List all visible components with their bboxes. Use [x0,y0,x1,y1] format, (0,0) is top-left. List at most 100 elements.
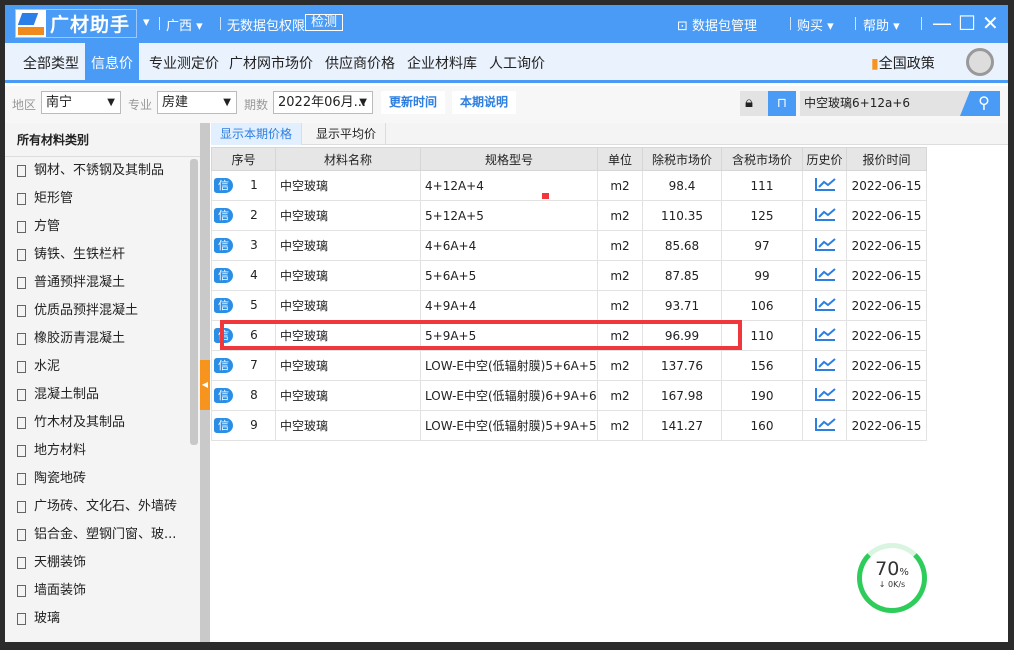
row-index: 9 [250,418,258,432]
avatar[interactable] [966,48,994,76]
info-badge[interactable]: 信 [214,418,233,433]
update-time-button[interactable]: 更新时间 [381,91,446,114]
history-chart-icon[interactable] [814,207,836,221]
major-select[interactable]: 房建 ▼ [157,91,237,114]
nav-professional-price[interactable]: 专业测定价 [143,43,225,80]
sidebar-item[interactable]: 广场砖、文化石、外墙砖 [5,493,200,521]
sidebar-item[interactable]: 矩形管 [5,185,200,213]
history-chart-icon[interactable] [814,417,836,431]
material-name: 中空玻璃 [275,260,421,291]
policy-button[interactable]: ▮全国政策 [865,43,941,80]
info-badge[interactable]: 信 [214,238,233,253]
close-button[interactable]: ✕ [982,11,999,35]
document-icon [17,501,26,513]
sidebar-item-label: 玻璃 [34,611,61,626]
sidebar-item[interactable]: 优质品预拌混凝土 [5,297,200,325]
lock-icon[interactable]: 🔒︎ [745,93,753,111]
tab-average-price[interactable]: 显示平均价 [307,123,387,145]
sidebar-item-label: 钢材、不锈钢及其制品 [34,163,165,178]
permission-status: 无数据包权限 [227,19,306,34]
unlock-icon[interactable]: ⊓ [768,91,796,116]
sidebar-item[interactable]: 铝合金、塑钢门窗、玻... [5,521,200,549]
sidebar-item[interactable]: 竹木材及其制品 [5,409,200,437]
period-select[interactable]: 2022年06月... ▼ [273,91,373,114]
history-chart-icon[interactable] [814,327,836,341]
region-select[interactable]: 南宁 ▼ [41,91,121,114]
spec: LOW-E中空(低辐射膜)5+9A+5 [420,410,598,441]
sidebar-item[interactable]: 铸铁、生铁栏杆 [5,241,200,269]
collapse-handle[interactable]: ◀ [200,360,210,410]
history-chart-icon[interactable] [814,267,836,281]
minimize-button[interactable]: — [932,11,952,35]
nav-all-types[interactable]: 全部类型 [17,43,85,80]
sidebar-item[interactable]: 墙面装饰 [5,577,200,605]
sidebar-item[interactable]: 混凝土制品 [5,381,200,409]
history-chart-icon[interactable] [814,177,836,191]
history-chart-icon[interactable] [814,387,836,401]
logo-dropdown-icon[interactable]: ▾ [143,15,150,30]
sidebar-item[interactable]: 天棚装饰 [5,549,200,577]
info-badge[interactable]: 信 [214,178,233,193]
search-input[interactable]: 中空玻璃6+12a+6 ⚲ [800,91,1000,116]
app-logo[interactable]: 广材助手 [15,9,137,38]
material-name: 中空玻璃 [275,170,421,201]
sidebar-item[interactable]: 水泥 [5,353,200,381]
column-header: 序号 [211,147,276,171]
help-menu[interactable]: 帮助 ▾ [863,15,900,34]
tab-current-price[interactable]: 显示本期价格 [211,123,303,145]
info-badge[interactable]: 信 [214,358,233,373]
sidebar-item[interactable]: 橡胶沥青混凝土 [5,325,200,353]
sidebar-item-label: 铝合金、塑钢门窗、玻... [34,527,177,542]
sidebar-item-label: 普通预拌混凝土 [34,275,126,290]
table-row[interactable]: 信 3 中空玻璃 4+6A+4 m2 85.68 97 2022-06-15 [211,230,927,261]
sidebar-item-label: 橡胶沥青混凝土 [34,331,126,346]
table-row[interactable]: 信 1 中空玻璃 4+12A+4 m2 98.4 111 2022-06-15 [211,170,927,201]
price-ex-tax: 85.68 [642,230,722,261]
splitter[interactable]: ◀ [200,123,210,642]
column-header: 报价时间 [846,147,927,171]
region-dropdown[interactable]: 广西 ▾ [166,15,203,34]
material-name: 中空玻璃 [275,380,421,411]
table-row[interactable]: 信 7 中空玻璃 LOW-E中空(低辐射膜)5+6A+5 m2 137.76 156 2022… [211,350,927,381]
info-badge[interactable]: 信 [214,388,233,403]
table-row[interactable]: 信 2 中空玻璃 5+12A+5 m2 110.35 125 2022-06-15 [211,200,927,231]
check-button[interactable]: 检测 [305,14,344,31]
document-icon [17,193,26,205]
history-chart-icon[interactable] [814,297,836,311]
sidebar-scrollbar[interactable] [190,159,198,445]
history-chart-icon[interactable] [814,237,836,251]
period-description-button[interactable]: 本期说明 [452,91,517,114]
info-badge[interactable]: 信 [214,268,233,283]
table-row[interactable]: 信 5 中空玻璃 4+9A+4 m2 93.71 106 2022-06-15 [211,290,927,321]
unit: m2 [597,170,643,201]
nav-manual-inquiry[interactable]: 人工询价 [483,43,551,80]
row-index: 2 [250,208,258,222]
nav-enterprise-library[interactable]: 企业材料库 [401,43,483,80]
history-chart-icon[interactable] [814,357,836,371]
network-gauge: 70% ↓ 0K/s [857,543,927,613]
unit: m2 [597,200,643,231]
table-row[interactable]: 信 9 中空玻璃 LOW-E中空(低辐射膜)5+9A+5 m2 141.27 160 2022… [211,410,927,441]
price-ex-tax: 87.85 [642,260,722,291]
price-inc-tax: 99 [721,260,803,291]
sidebar-item[interactable]: 陶瓷地砖 [5,465,200,493]
table-row[interactable]: 信 8 中空玻璃 LOW-E中空(低辐射膜)6+9A+6 m2 167.98 190 2022… [211,380,927,411]
data-package-button[interactable]: ⊡ 数据包管理 [677,15,757,34]
buy-menu[interactable]: 购买 ▾ [797,15,834,34]
info-badge[interactable]: 信 [214,298,233,313]
maximize-button[interactable]: ☐ [958,11,976,35]
sidebar-item[interactable]: 玻璃 [5,605,200,633]
major-label: 专业 [128,98,153,112]
sidebar-item[interactable]: 钢材、不锈钢及其制品 [5,157,200,185]
sidebar-item[interactable]: 普通预拌混凝土 [5,269,200,297]
info-badge[interactable]: 信 [214,208,233,223]
column-header: 除税市场价 [642,147,722,171]
search-icon[interactable]: ⚲ [960,91,1000,116]
nav-market-price[interactable]: 广材网市场价 [223,43,319,80]
table-row[interactable]: 信 4 中空玻璃 5+6A+5 m2 87.85 99 2022-06-15 [211,260,927,291]
sidebar-item[interactable]: 方管 [5,213,200,241]
nav-supplier-price[interactable]: 供应商价格 [319,43,401,80]
unit: m2 [597,380,643,411]
nav-info-price[interactable]: 信息价 [85,43,139,80]
sidebar-item[interactable]: 地方材料 [5,437,200,465]
